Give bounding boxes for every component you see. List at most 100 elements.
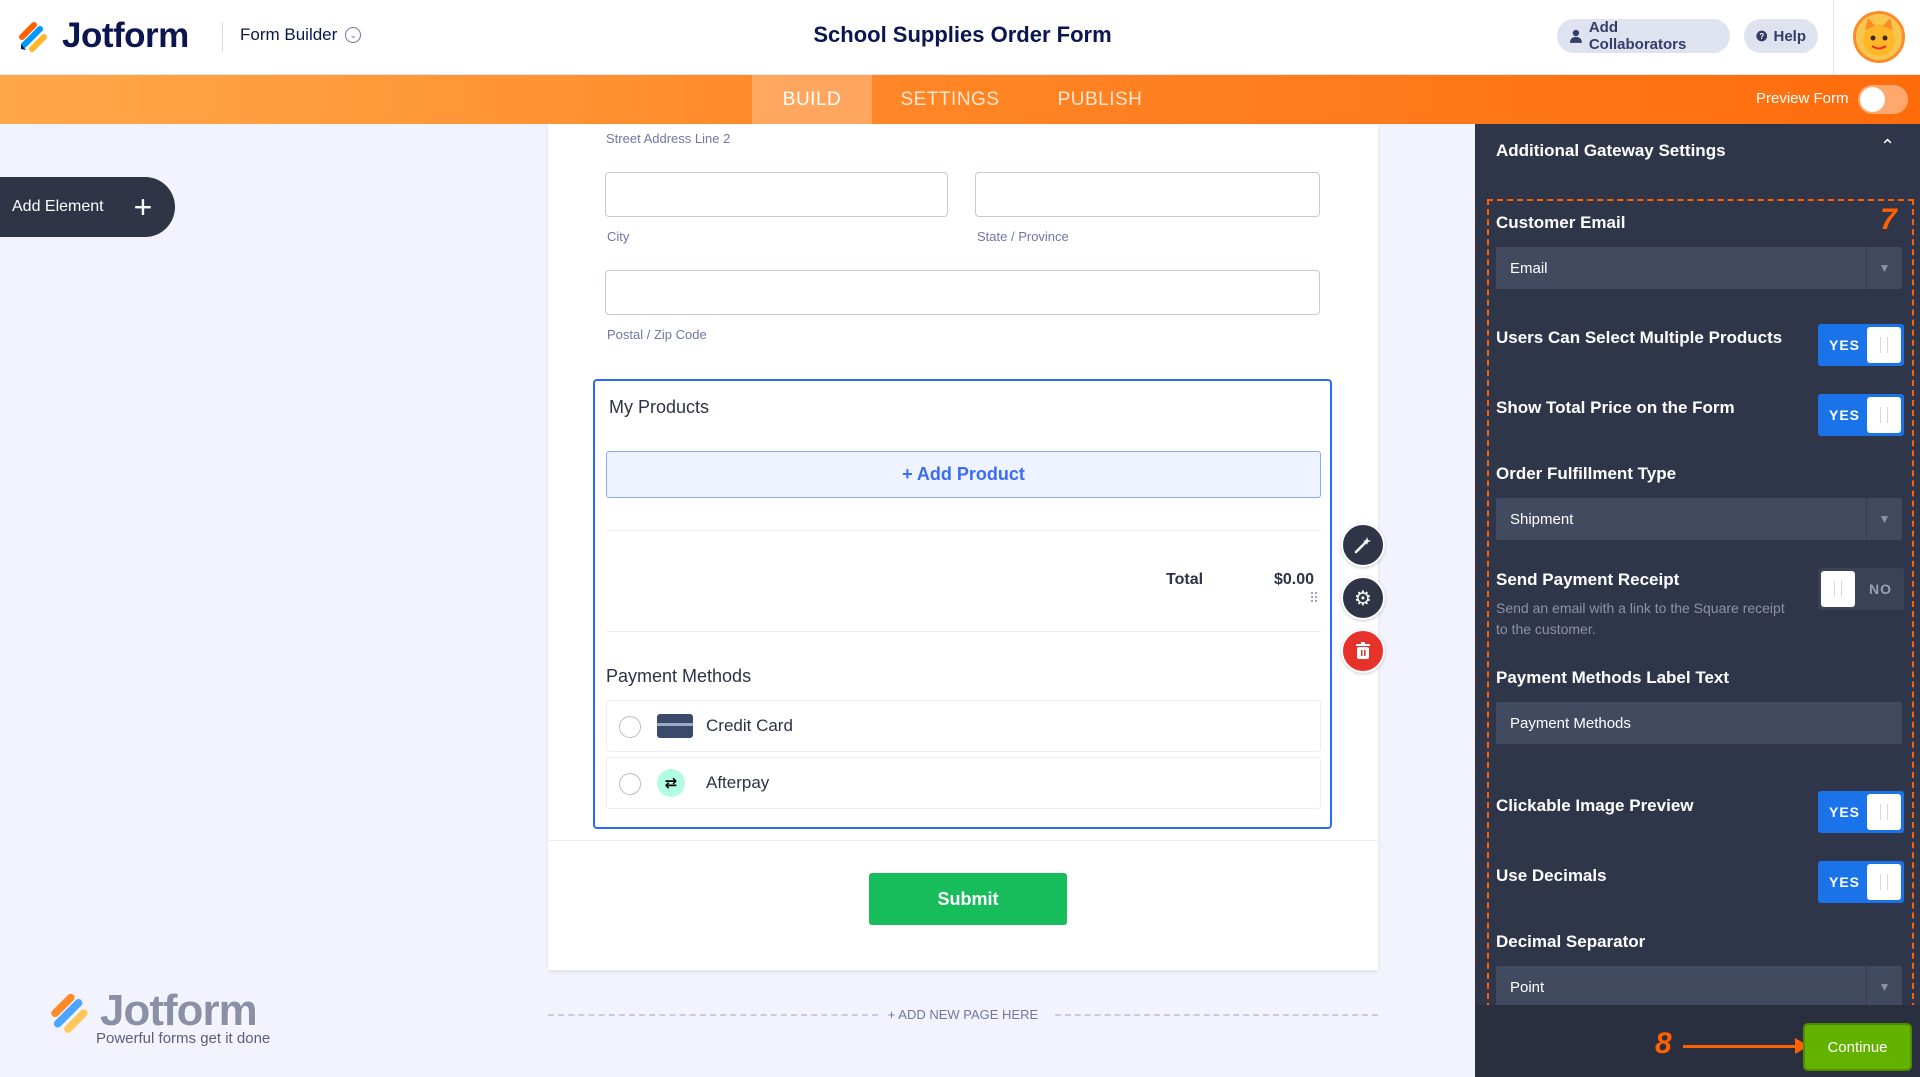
add-element-label: Add Element bbox=[12, 198, 104, 215]
decimal-separator-label: Decimal Separator bbox=[1496, 932, 1646, 951]
customer-email-label: Customer Email bbox=[1496, 213, 1626, 232]
preview-form-label: Preview Form bbox=[1756, 90, 1849, 107]
toggle-state: YES bbox=[1829, 337, 1861, 353]
state-label: State / Province bbox=[977, 229, 1069, 244]
builder-nav: BUILD SETTINGS PUBLISH Preview Form bbox=[0, 75, 1920, 124]
total-price-label: Show Total Price on the Form bbox=[1496, 398, 1735, 417]
plus-icon: + bbox=[133, 189, 153, 225]
payment-methods-title: Payment Methods bbox=[606, 666, 752, 686]
products-title: My Products bbox=[609, 397, 710, 417]
jotform-watermark: Jotform Powerful forms get it done bbox=[50, 986, 270, 1047]
toggle-knob bbox=[1867, 794, 1901, 830]
header-divider-right bbox=[1833, 0, 1834, 75]
city-label: City bbox=[607, 229, 630, 244]
submit-button[interactable]: Submit bbox=[869, 873, 1067, 925]
toggle-state: NO bbox=[1869, 581, 1892, 597]
city-input[interactable] bbox=[605, 172, 948, 217]
multiple-products-toggle[interactable]: YES bbox=[1818, 324, 1904, 366]
total-value: $0.00 bbox=[1274, 571, 1315, 588]
street-address-2-label: Street Address Line 2 bbox=[606, 131, 731, 146]
divider bbox=[606, 530, 1321, 531]
radio-button[interactable] bbox=[619, 773, 641, 795]
total-price-toggle[interactable]: YES bbox=[1818, 394, 1904, 436]
decimal-separator-select[interactable]: Point ▼ bbox=[1496, 966, 1902, 1008]
tab-settings[interactable]: SETTINGS bbox=[886, 75, 1014, 124]
toggle-knob bbox=[1867, 397, 1901, 433]
state-input[interactable] bbox=[975, 172, 1320, 217]
pm-label-text-input[interactable]: Payment Methods bbox=[1496, 702, 1902, 744]
payment-method-label: Afterpay bbox=[706, 773, 770, 792]
toggle-knob bbox=[1867, 327, 1901, 363]
wand-button[interactable] bbox=[1341, 523, 1385, 567]
top-bar: Jotform Form Builder ⌄ School Supplies O… bbox=[0, 0, 1920, 75]
toggle-state: YES bbox=[1829, 804, 1861, 820]
toggle-knob bbox=[1821, 571, 1855, 607]
use-decimals-label: Use Decimals bbox=[1496, 866, 1607, 885]
credit-card-icon bbox=[657, 714, 693, 738]
dropdown-arrow-icon: ▼ bbox=[1866, 247, 1902, 289]
magic-wand-icon bbox=[1354, 537, 1371, 554]
trash-icon bbox=[1356, 642, 1370, 659]
payment-receipt-toggle[interactable]: NO bbox=[1818, 568, 1904, 610]
divider bbox=[606, 631, 1321, 632]
add-collaborators-label: Add Collaborators bbox=[1588, 19, 1687, 53]
total-label: Total bbox=[1166, 571, 1204, 588]
jotform-logo-icon bbox=[51, 993, 88, 1033]
pm-label-text-label: Payment Methods Label Text bbox=[1496, 668, 1730, 687]
add-product-button[interactable]: + Add Product bbox=[606, 451, 1321, 498]
fulfillment-type-label: Order Fulfillment Type bbox=[1496, 464, 1677, 483]
step-number-7: 7 bbox=[1880, 203, 1897, 236]
chevron-up-icon[interactable]: ⌃ bbox=[1880, 136, 1895, 157]
preview-form-toggle[interactable] bbox=[1858, 85, 1908, 114]
annotation-arrow bbox=[1683, 1045, 1798, 1048]
dropdown-arrow-icon: ▼ bbox=[1866, 966, 1902, 1008]
add-new-page-button[interactable]: + ADD NEW PAGE HERE bbox=[548, 1007, 1378, 1022]
zip-label: Postal / Zip Code bbox=[607, 327, 707, 342]
radio-button[interactable] bbox=[619, 716, 641, 738]
use-decimals-toggle[interactable]: YES bbox=[1818, 861, 1904, 903]
products-field[interactable]: My Products + Add Product Total $0.00 ⠿ … bbox=[593, 379, 1332, 829]
divider bbox=[548, 840, 1378, 841]
payment-method-afterpay[interactable]: ⇄ Afterpay bbox=[606, 757, 1321, 809]
tab-build[interactable]: BUILD bbox=[752, 75, 872, 124]
toggle-state: YES bbox=[1829, 874, 1861, 890]
fulfillment-type-select[interactable]: Shipment ▼ bbox=[1496, 498, 1902, 540]
image-preview-label: Clickable Image Preview bbox=[1496, 796, 1694, 815]
help-icon: ? bbox=[1756, 30, 1768, 42]
payment-method-label: Credit Card bbox=[706, 716, 793, 735]
toggle-state: YES bbox=[1829, 407, 1861, 423]
multiple-products-label: Users Can Select Multiple Products bbox=[1496, 328, 1783, 347]
watermark-tagline: Powerful forms get it done bbox=[96, 1030, 271, 1047]
fulfillment-type-value: Shipment bbox=[1510, 510, 1574, 528]
avatar[interactable] bbox=[1853, 11, 1905, 63]
payment-receipt-description: Send an email with a link to the Square … bbox=[1496, 600, 1785, 637]
step-number-8: 8 bbox=[1655, 1027, 1672, 1060]
svg-text:?: ? bbox=[1759, 32, 1764, 41]
afterpay-icon: ⇄ bbox=[657, 769, 685, 797]
dropdown-arrow-icon: ▼ bbox=[1866, 498, 1902, 540]
help-label: Help bbox=[1773, 27, 1806, 45]
payment-method-credit-card[interactable]: Credit Card bbox=[606, 700, 1321, 752]
payment-receipt-label: Send Payment Receipt bbox=[1496, 570, 1680, 589]
settings-panel: Additional Gateway Settings ⌃ 7 Customer… bbox=[1475, 124, 1920, 1077]
add-element-button[interactable]: Add Element + bbox=[0, 177, 175, 237]
add-collaborators-button[interactable]: Add Collaborators bbox=[1557, 19, 1730, 53]
drag-handle-icon[interactable]: ⠿ bbox=[1309, 591, 1321, 605]
settings-button[interactable]: ⚙ bbox=[1341, 576, 1385, 620]
toggle-knob bbox=[1860, 87, 1885, 112]
toggle-knob bbox=[1867, 864, 1901, 900]
avatar-face-icon bbox=[1863, 18, 1895, 56]
customer-email-select[interactable]: Email ▼ bbox=[1496, 247, 1902, 289]
delete-button[interactable] bbox=[1341, 629, 1385, 673]
customer-email-value: Email bbox=[1510, 259, 1548, 277]
continue-button[interactable]: Continue bbox=[1805, 1025, 1910, 1069]
panel-title: Additional Gateway Settings bbox=[1496, 141, 1726, 160]
watermark-brand: Jotform bbox=[100, 986, 258, 1035]
user-icon bbox=[1569, 29, 1582, 43]
tab-publish[interactable]: PUBLISH bbox=[1040, 75, 1160, 124]
pm-label-text-value: Payment Methods bbox=[1510, 714, 1631, 732]
decimal-separator-value: Point bbox=[1510, 978, 1545, 996]
zip-input[interactable] bbox=[605, 270, 1320, 315]
image-preview-toggle[interactable]: YES bbox=[1818, 791, 1904, 833]
help-button[interactable]: ? Help bbox=[1744, 19, 1818, 53]
